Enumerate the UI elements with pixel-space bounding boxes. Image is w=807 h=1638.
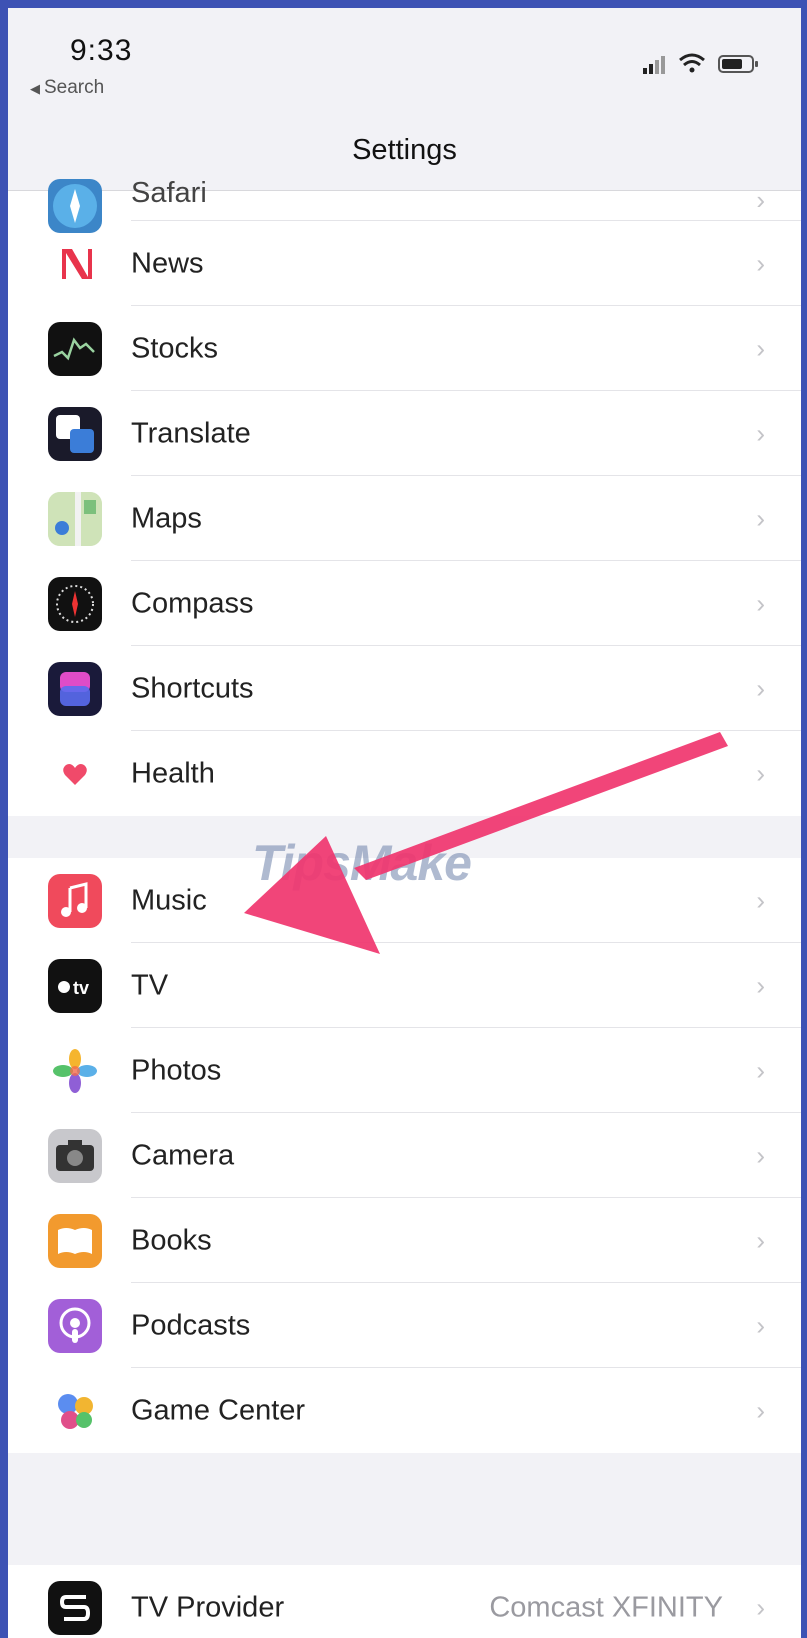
maps-icon bbox=[48, 491, 102, 546]
compass-icon bbox=[48, 576, 102, 631]
settings-row-value: Comcast XFINITY bbox=[489, 1591, 723, 1623]
settings-row-tv[interactable]: tv TV › bbox=[8, 943, 801, 1028]
chevron-right-icon: › bbox=[756, 503, 765, 533]
chevron-right-icon: › bbox=[756, 1140, 765, 1170]
camera-icon bbox=[48, 1128, 102, 1183]
translate-icon bbox=[48, 406, 102, 461]
photos-icon bbox=[48, 1043, 102, 1098]
settings-group-tv-provider: TV Provider Comcast XFINITY › bbox=[8, 1565, 801, 1638]
status-icons bbox=[635, 50, 775, 76]
shortcuts-icon bbox=[48, 661, 102, 716]
chevron-right-icon: › bbox=[756, 1225, 765, 1255]
stocks-icon bbox=[48, 321, 102, 376]
back-to-search-link[interactable]: ◀ Search bbox=[30, 77, 104, 99]
tv-icon: tv bbox=[48, 958, 102, 1013]
chevron-right-icon: › bbox=[756, 1395, 765, 1425]
chevron-right-icon: › bbox=[756, 673, 765, 703]
chevron-right-icon: › bbox=[756, 758, 765, 788]
news-icon bbox=[48, 236, 102, 291]
music-icon bbox=[48, 873, 102, 928]
back-arrow-icon: ◀ bbox=[30, 81, 40, 96]
chevron-right-icon: › bbox=[756, 885, 765, 915]
settings-group-apps-1: Safari › News › Stocks › Translate › Map… bbox=[8, 177, 801, 816]
settings-row-label: Game Center bbox=[131, 1394, 306, 1426]
settings-row-label: Compass bbox=[131, 587, 254, 619]
settings-row-photos[interactable]: Photos › bbox=[8, 1028, 801, 1113]
settings-row-label: Stocks bbox=[131, 332, 219, 364]
settings-row-label: Camera bbox=[131, 1139, 235, 1171]
settings-row-label: Shortcuts bbox=[131, 672, 254, 704]
settings-row-label: Photos bbox=[131, 1054, 222, 1086]
settings-row-label: Maps bbox=[131, 502, 202, 534]
settings-row-label: TV Provider bbox=[131, 1591, 285, 1623]
settings-row-label: Music bbox=[131, 884, 207, 916]
settings-row-news[interactable]: News › bbox=[8, 221, 801, 306]
settings-row-label: News bbox=[131, 247, 204, 279]
settings-screen: 9:33 ◀ Search Settings Safari › News › S… bbox=[8, 8, 801, 1638]
settings-row-tv-provider[interactable]: TV Provider Comcast XFINITY › bbox=[8, 1565, 801, 1638]
settings-row-compass[interactable]: Compass › bbox=[8, 561, 801, 646]
settings-row-label: Podcasts bbox=[131, 1309, 251, 1341]
health-icon bbox=[48, 746, 102, 801]
game-center-icon bbox=[48, 1383, 102, 1438]
settings-row-label: Health bbox=[131, 757, 215, 789]
tv-provider-icon bbox=[48, 1580, 102, 1635]
chevron-right-icon: › bbox=[756, 970, 765, 1000]
settings-row-shortcuts[interactable]: Shortcuts › bbox=[8, 646, 801, 731]
podcasts-icon bbox=[48, 1298, 102, 1353]
page-title: Settings bbox=[352, 134, 457, 166]
settings-row-label: Books bbox=[131, 1224, 212, 1256]
settings-row-stocks[interactable]: Stocks › bbox=[8, 306, 801, 391]
settings-row-label: Safari bbox=[131, 177, 207, 209]
settings-row-books[interactable]: Books › bbox=[8, 1198, 801, 1283]
settings-row-health[interactable]: Health › bbox=[8, 731, 801, 816]
settings-row-podcasts[interactable]: Podcasts › bbox=[8, 1283, 801, 1368]
back-label: Search bbox=[44, 77, 105, 98]
chevron-right-icon: › bbox=[756, 333, 765, 363]
chevron-right-icon: › bbox=[756, 248, 765, 278]
settings-row-camera[interactable]: Camera › bbox=[8, 1113, 801, 1198]
settings-row-maps[interactable]: Maps › bbox=[8, 476, 801, 561]
status-bar: 9:33 ◀ Search bbox=[8, 8, 801, 118]
status-time: 9:33 bbox=[70, 34, 133, 67]
svg-text:tv: tv bbox=[73, 978, 89, 998]
chevron-right-icon: › bbox=[756, 418, 765, 448]
signal-icon bbox=[643, 56, 665, 74]
wifi-icon bbox=[679, 53, 705, 73]
chevron-right-icon: › bbox=[756, 588, 765, 618]
books-icon bbox=[48, 1213, 102, 1268]
battery-icon bbox=[718, 55, 758, 73]
settings-row-safari[interactable]: Safari › bbox=[8, 177, 801, 233]
settings-row-label: Translate bbox=[131, 417, 251, 449]
settings-row-label: TV bbox=[131, 969, 169, 1001]
chevron-right-icon: › bbox=[756, 185, 765, 215]
settings-row-translate[interactable]: Translate › bbox=[8, 391, 801, 476]
settings-group-apps-2: Music › tv TV › Photos › Camera › Books … bbox=[8, 858, 801, 1453]
settings-row-game-center[interactable]: Game Center › bbox=[8, 1368, 801, 1453]
chevron-right-icon: › bbox=[756, 1592, 765, 1622]
watermark-text: TipsMake bbox=[252, 835, 472, 891]
chevron-right-icon: › bbox=[756, 1055, 765, 1085]
chevron-right-icon: › bbox=[756, 1310, 765, 1340]
